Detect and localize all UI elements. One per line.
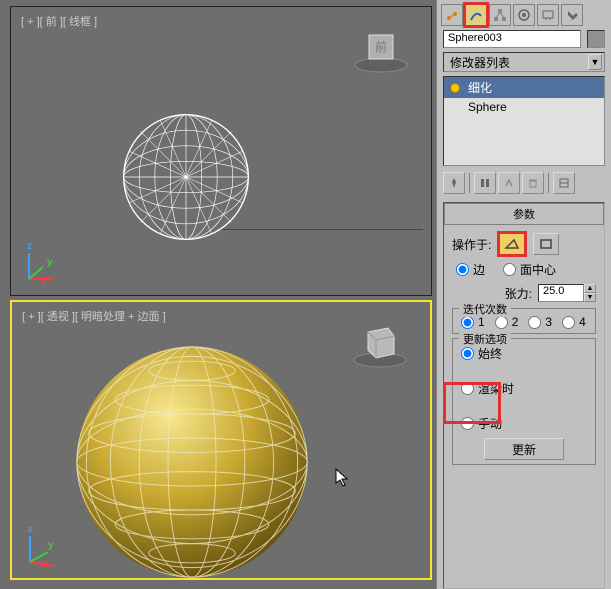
face-center-radio[interactable]: 面中心 <box>503 261 556 278</box>
tension-spinner-down[interactable]: ▼ <box>584 293 596 302</box>
shaded-sphere <box>72 342 312 582</box>
iter-2-radio[interactable]: 2 <box>495 315 519 329</box>
chevron-down-icon: ▼ <box>588 54 602 70</box>
rollout-title[interactable]: 参数 <box>444 203 604 225</box>
viewcube-bottom[interactable] <box>350 320 410 368</box>
display-tab-icon[interactable] <box>537 4 559 26</box>
update-manual-radio[interactable]: 手动 <box>461 415 587 432</box>
utilities-tab-icon[interactable] <box>561 4 583 26</box>
edge-radio[interactable]: 边 <box>456 261 485 278</box>
modify-tab-icon[interactable] <box>465 4 487 26</box>
iter-3-radio[interactable]: 3 <box>528 315 552 329</box>
remove-modifier-button[interactable] <box>522 172 544 194</box>
stack-item-sphere[interactable]: Sphere <box>444 98 604 116</box>
object-color-swatch[interactable] <box>587 30 605 48</box>
viewport-front-wireframe[interactable]: [ + ][ 前 ][ 线框 ] <box>10 6 432 296</box>
lightbulb-icon[interactable] <box>450 83 460 93</box>
show-end-result-button[interactable] <box>474 172 496 194</box>
motion-tab-icon[interactable] <box>513 4 535 26</box>
operate-triangles-button[interactable] <box>499 233 525 255</box>
axis-line <box>221 229 423 230</box>
make-unique-button[interactable] <box>498 172 520 194</box>
axis-gizmo-bottom: zyx <box>22 528 62 568</box>
parameters-rollout: 参数 操作于: 边 面中心 张力: 25.0 ▲▼ 迭代次数 1 <box>443 202 605 589</box>
iterations-label: 迭代次数 <box>459 301 511 317</box>
viewport-label-bottom: [ + ][ 透视 ][ 明暗处理 + 边面 ] <box>22 308 166 324</box>
wireframe-sphere <box>121 112 251 242</box>
hierarchy-tab-icon[interactable] <box>489 4 511 26</box>
object-name-field[interactable]: Sphere003 <box>443 30 581 48</box>
iter-1-radio[interactable]: 1 <box>461 315 485 329</box>
update-options-group: 更新选项 始终 渲染时 手动 更新 <box>452 338 596 465</box>
pin-stack-button[interactable] <box>443 172 465 194</box>
modifier-list-label: 修改器列表 <box>450 54 510 71</box>
tension-spinner-up[interactable]: ▲ <box>584 284 596 293</box>
modifier-list-dropdown[interactable]: 修改器列表 ▼ <box>443 52 605 72</box>
configure-sets-button[interactable] <box>553 172 575 194</box>
stack-item-tessellate[interactable]: 细化 <box>444 77 604 98</box>
viewport-perspective-shaded[interactable]: [ + ][ 透视 ][ 明暗处理 + 边面 ] <box>10 300 432 580</box>
command-panel: Sphere003 修改器列表 ▼ 细化 Sphere <box>436 0 611 589</box>
svg-text:前: 前 <box>375 39 387 54</box>
create-tab-icon[interactable] <box>441 4 463 26</box>
update-always-radio[interactable]: 始终 <box>461 345 587 362</box>
viewcube-top[interactable]: 前 <box>351 25 411 73</box>
update-render-radio[interactable]: 渲染时 <box>461 380 587 397</box>
operate-on-label: 操作于: <box>452 236 491 253</box>
cursor-icon <box>334 467 350 492</box>
tension-label: 张力: <box>505 285 532 302</box>
tension-field[interactable]: 25.0 <box>538 284 584 302</box>
update-button[interactable]: 更新 <box>484 438 564 460</box>
viewport-label-top: [ + ][ 前 ][ 线框 ] <box>21 13 97 29</box>
iter-4-radio[interactable]: 4 <box>562 315 586 329</box>
update-options-label: 更新选项 <box>459 331 511 347</box>
operate-polygons-button[interactable] <box>533 233 559 255</box>
modifier-stack[interactable]: 细化 Sphere <box>443 76 605 166</box>
axis-gizmo-top: zyx <box>21 245 61 285</box>
